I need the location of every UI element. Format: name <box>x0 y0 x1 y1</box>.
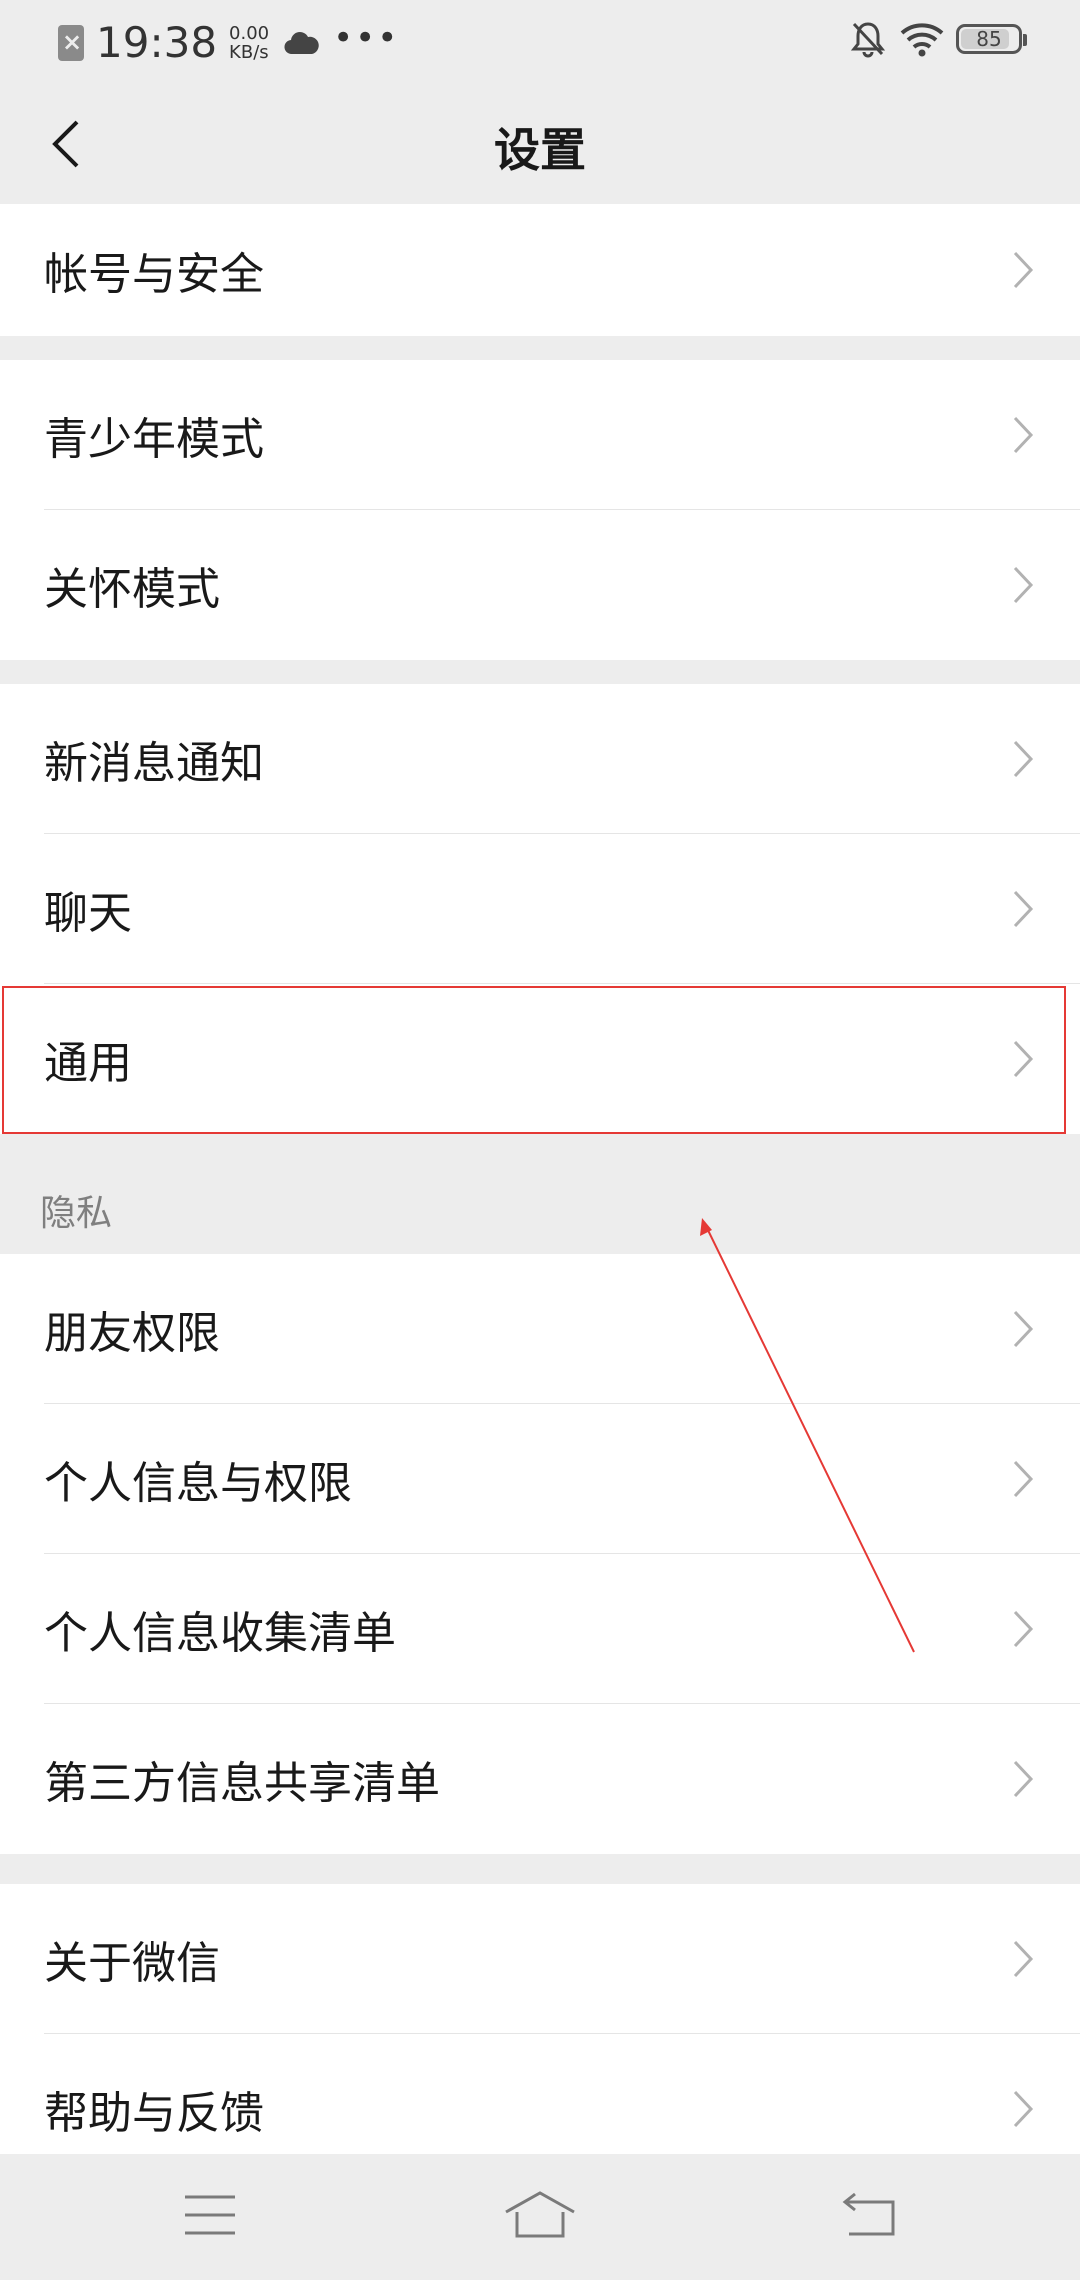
settings-item-teen-mode[interactable]: 青少年模式 <box>0 360 1080 510</box>
settings-item-about-wechat[interactable]: 关于微信 <box>0 1884 1080 2034</box>
settings-item-label: 第三方信息共享清单 <box>44 1758 440 1809</box>
settings-item-care-mode[interactable]: 关怀模式 <box>0 510 1080 660</box>
settings-item-chat[interactable]: 聊天 <box>0 834 1080 984</box>
no-sim-icon <box>58 24 84 61</box>
chevron-right-icon <box>1013 1310 1034 1348</box>
wifi-icon <box>900 23 944 57</box>
settings-item-label: 个人信息与权限 <box>44 1458 352 1509</box>
settings-item-personal-info-collection-list[interactable]: 个人信息收集清单 <box>0 1554 1080 1704</box>
chevron-right-icon <box>1013 1610 1034 1648</box>
settings-item-general[interactable]: 通用 <box>0 984 1080 1134</box>
network-speed-unit: KB/s <box>229 41 269 63</box>
home-icon <box>505 2191 575 2238</box>
chevron-right-icon <box>1013 251 1034 289</box>
settings-item-label: 新消息通知 <box>44 738 264 789</box>
weather-cloud-icon <box>284 31 319 54</box>
settings-item-label: 聊天 <box>44 888 132 939</box>
chevron-right-icon <box>1013 1760 1034 1798</box>
settings-group-messages: 新消息通知 聊天 通用 <box>0 684 1080 1134</box>
more-notifications-icon: ••• <box>333 17 400 58</box>
navigation-bar: 设置 <box>0 84 1080 204</box>
menu-icon <box>185 2195 235 2235</box>
status-bar-left: 19:38 0.00 KB/s ••• <box>58 18 399 67</box>
system-menu-button[interactable] <box>160 2180 260 2250</box>
settings-item-label: 关怀模式 <box>44 564 220 615</box>
settings-item-label: 关于微信 <box>44 1938 220 1989</box>
status-time: 19:38 <box>96 18 218 67</box>
settings-item-label: 帮助与反馈 <box>44 2088 264 2139</box>
chevron-right-icon <box>1013 1460 1034 1498</box>
network-speed: 0.00 KB/s <box>229 24 269 62</box>
settings-item-personal-info-permissions[interactable]: 个人信息与权限 <box>0 1404 1080 1554</box>
settings-group-modes: 青少年模式 关怀模式 <box>0 360 1080 660</box>
settings-item-label: 朋友权限 <box>44 1308 220 1359</box>
chevron-right-icon <box>1013 890 1034 928</box>
back-icon <box>842 2192 895 2236</box>
system-home-button[interactable] <box>490 2180 590 2250</box>
settings-item-label: 青少年模式 <box>44 414 264 465</box>
privacy-section-header: 隐私 <box>0 1134 1080 1254</box>
settings-item-label: 个人信息收集清单 <box>44 1608 396 1659</box>
settings-group-privacy: 朋友权限 个人信息与权限 个人信息收集清单 第三方信息共享清单 <box>0 1254 1080 1854</box>
chevron-right-icon <box>1013 1040 1034 1078</box>
section-header-label: 隐私 <box>40 1193 113 1234</box>
settings-item-label: 帐号与安全 <box>44 249 264 300</box>
chevron-right-icon <box>1013 740 1034 778</box>
settings-group-about: 关于微信 帮助与反馈 <box>0 1884 1080 2184</box>
settings-item-label: 通用 <box>44 1038 132 1089</box>
chevron-right-icon <box>1013 416 1034 454</box>
page-title: 设置 <box>494 123 586 177</box>
status-bar-right: 85 <box>850 20 1027 58</box>
chevron-right-icon <box>1013 1940 1034 1978</box>
system-back-button[interactable] <box>820 2180 920 2250</box>
battery-icon: 85 <box>956 24 1027 54</box>
chevron-right-icon <box>1013 2090 1034 2128</box>
settings-item-new-message-notification[interactable]: 新消息通知 <box>0 684 1080 834</box>
system-navigation-bar <box>0 2154 1080 2280</box>
mute-bell-icon <box>850 22 886 58</box>
chevron-right-icon <box>1013 566 1034 604</box>
network-speed-value: 0.00 <box>229 22 270 44</box>
settings-item-friend-permissions[interactable]: 朋友权限 <box>0 1254 1080 1404</box>
settings-item-third-party-sharing-list[interactable]: 第三方信息共享清单 <box>0 1704 1080 1854</box>
status-bar: 19:38 0.00 KB/s ••• 85 <box>0 0 1080 84</box>
battery-percentage: 85 <box>976 27 1002 51</box>
settings-group-account: 帐号与安全 <box>0 204 1080 336</box>
settings-item-account-security[interactable]: 帐号与安全 <box>0 204 1080 336</box>
